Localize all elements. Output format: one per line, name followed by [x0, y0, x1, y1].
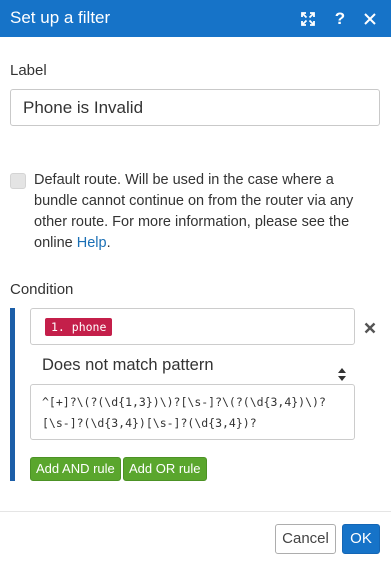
label-input[interactable]: Phone is Invalid [10, 89, 380, 126]
close-icon[interactable] [358, 0, 382, 37]
operator-value: Does not match pattern [42, 356, 214, 374]
expand-icon[interactable] [296, 0, 320, 37]
field-pill[interactable]: 1. phone [45, 318, 113, 336]
default-route-description: Default route. Will be used in the case … [34, 170, 354, 254]
remove-condition-icon[interactable] [360, 318, 380, 338]
dialog-title: Set up a filter [10, 8, 111, 27]
footer-divider [0, 511, 391, 512]
pattern-input[interactable]: ^[+]?\(?(\d{1,3})\)?[\s-]?\(?(\d{3,4})\)… [30, 384, 355, 440]
add-or-rule-button[interactable]: Add OR rule [123, 457, 207, 481]
help-icon[interactable]: ? [328, 0, 352, 37]
default-route-period: . [106, 235, 111, 251]
help-link[interactable]: Help [77, 235, 107, 251]
condition-field-input[interactable]: 1. phone [30, 308, 355, 345]
default-route-checkbox[interactable] [10, 173, 26, 189]
condition-label: Condition [10, 281, 74, 298]
cancel-button[interactable]: Cancel [275, 524, 336, 554]
dialog-header: Set up a filter ? [0, 0, 391, 37]
operator-select[interactable]: Does not match pattern [30, 347, 355, 383]
ok-button[interactable]: OK [342, 524, 380, 554]
label-field-label: Label [10, 62, 47, 79]
condition-group-bar [10, 308, 15, 481]
add-and-rule-button[interactable]: Add AND rule [30, 457, 121, 481]
